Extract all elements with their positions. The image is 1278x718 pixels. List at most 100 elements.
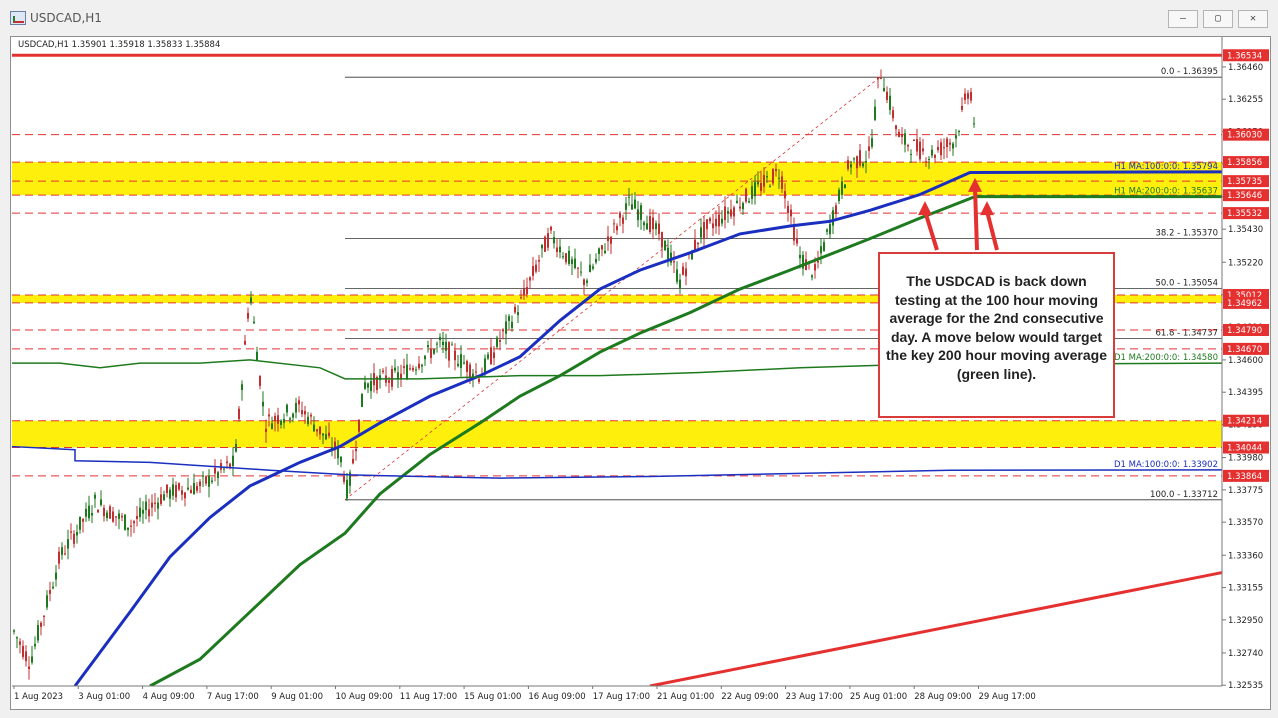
candle-body xyxy=(913,139,915,141)
x-tick-label-7: 15 Aug 01:00 xyxy=(464,692,521,702)
candle-body xyxy=(667,247,669,260)
candle-body xyxy=(64,553,66,555)
candle-body xyxy=(796,238,798,244)
candle-body xyxy=(616,225,618,231)
candle-body xyxy=(487,354,489,359)
candle-body xyxy=(643,222,645,226)
price-tag-label-3: 1.35735 xyxy=(1227,177,1262,187)
candle-body xyxy=(775,168,777,171)
candle-body xyxy=(853,158,855,160)
x-tick-label-13: 25 Aug 01:00 xyxy=(850,692,907,702)
candle-body xyxy=(19,641,21,645)
candle-body xyxy=(403,366,405,368)
candle-body xyxy=(103,507,105,517)
candle-body xyxy=(391,368,393,387)
fib-label-0: 0.0 - 1.36395 xyxy=(1161,67,1218,77)
candle-body xyxy=(829,223,831,235)
candle-body xyxy=(301,410,303,415)
candle-body xyxy=(139,507,141,518)
candle-body xyxy=(817,260,819,263)
candle-body xyxy=(76,532,78,536)
price-tag-label-5: 1.35532 xyxy=(1227,209,1262,219)
y-tick-label-10: 1.34395 xyxy=(1228,388,1263,398)
candle-body xyxy=(448,342,450,361)
candle-body xyxy=(265,428,267,432)
candle-body xyxy=(865,160,867,163)
candle-body xyxy=(718,214,720,227)
candle-body xyxy=(58,551,60,564)
candle-body xyxy=(955,135,957,139)
x-tick-label-12: 23 Aug 17:00 xyxy=(786,692,843,702)
symbol-info-label: USDCAD,H1 1.35901 1.35918 1.35833 1.3588… xyxy=(18,40,220,50)
candle-body xyxy=(697,242,699,245)
candle-body xyxy=(175,485,177,498)
candle-body xyxy=(868,146,870,151)
candle-body xyxy=(862,163,864,167)
candle-body xyxy=(364,382,366,389)
yellow-zone-2 xyxy=(12,420,1222,448)
x-tick-label-15: 29 Aug 17:00 xyxy=(979,692,1036,702)
candle-body xyxy=(877,76,879,80)
candle-body xyxy=(277,415,279,424)
candle-body xyxy=(964,93,966,100)
candle-body xyxy=(484,358,486,372)
candle-body xyxy=(679,279,681,288)
candle-body xyxy=(121,515,123,518)
candle-body xyxy=(82,518,84,522)
candle-body xyxy=(790,209,792,217)
candle-body xyxy=(730,209,732,217)
candle-body xyxy=(883,87,885,92)
candle-body xyxy=(415,369,417,371)
candle-body xyxy=(451,344,453,346)
ma-label-0: H1 MA:100:0:0: 1.35794 xyxy=(1114,162,1218,172)
y-tick-label-9: 1.34600 xyxy=(1228,356,1263,366)
candle-body xyxy=(412,368,414,371)
candle-body xyxy=(130,525,132,527)
candle-body xyxy=(148,509,150,517)
candle-body xyxy=(925,161,927,163)
arrow-head-2 xyxy=(980,201,994,216)
x-tick-label-4: 9 Aug 01:00 xyxy=(271,692,323,702)
candle-body xyxy=(502,329,504,332)
candle-body xyxy=(409,368,411,370)
x-tick-label-11: 22 Aug 09:00 xyxy=(721,692,778,702)
candle-body xyxy=(145,501,147,511)
candle-body xyxy=(568,250,570,264)
d1-ma100-line xyxy=(11,445,1223,479)
candle-body xyxy=(232,455,234,466)
candle-body xyxy=(586,280,588,283)
candle-body xyxy=(781,176,783,189)
candle-body xyxy=(841,181,843,195)
candle-body xyxy=(658,223,660,235)
candle-body xyxy=(847,160,849,169)
candle-body xyxy=(631,204,633,210)
candle-body xyxy=(628,196,630,198)
candle-body xyxy=(319,426,321,435)
candle-body xyxy=(274,415,276,421)
y-tick-label-14: 1.33570 xyxy=(1228,518,1263,528)
x-tick-label-8: 16 Aug 09:00 xyxy=(528,692,585,702)
x-tick-label-1: 3 Aug 01:00 xyxy=(78,692,130,702)
arrow-shaft-0 xyxy=(923,210,939,251)
candle-body xyxy=(112,511,114,522)
candle-body xyxy=(859,150,861,166)
candle-body xyxy=(535,264,537,272)
candle-body xyxy=(457,363,459,366)
candle-body xyxy=(493,352,495,359)
candle-body xyxy=(445,341,447,351)
candle-body xyxy=(388,380,390,383)
candle-body xyxy=(556,247,558,252)
candle-body xyxy=(748,201,750,203)
candle-body xyxy=(85,508,87,517)
y-tick-label-16: 1.33155 xyxy=(1228,584,1263,594)
x-tick-label-0: 1 Aug 2023 xyxy=(14,692,63,702)
candle-body xyxy=(172,484,174,496)
candle-body xyxy=(430,348,432,358)
candle-body xyxy=(919,141,921,160)
candle-body xyxy=(526,286,528,295)
candle-body xyxy=(607,236,609,242)
candle-body xyxy=(187,487,189,490)
annotation-box: The USDCAD is back down testing at the 1… xyxy=(878,252,1115,418)
y-tick-label-18: 1.32740 xyxy=(1228,649,1263,659)
fib-label-4: 100.0 - 1.33712 xyxy=(1150,490,1218,500)
